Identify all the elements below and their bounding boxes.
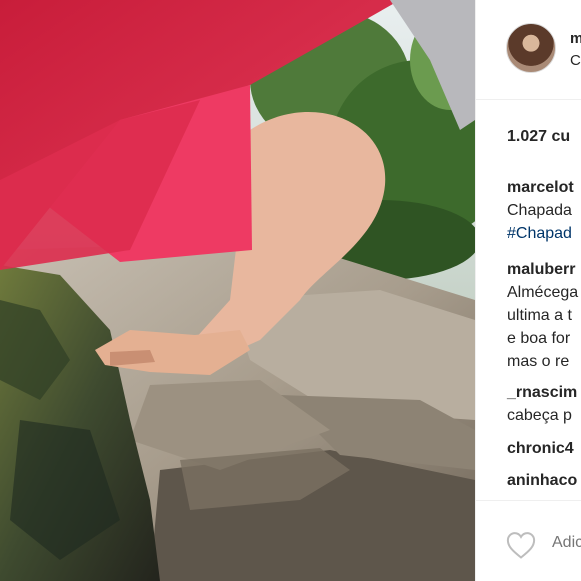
add-comment-input[interactable] (552, 534, 581, 552)
comment-text: ultima a t (507, 307, 572, 324)
post-actions (476, 500, 581, 581)
photo-scene (0, 0, 475, 581)
author-username[interactable]: m (570, 30, 581, 47)
comment-username[interactable]: aninhaco (507, 469, 577, 492)
comment-text: mas o re (507, 353, 570, 370)
comment-item: chronic4 (507, 437, 574, 460)
comment-item: marcelot Chapada #Chapad (507, 176, 574, 245)
comment-text: e boa for (507, 330, 571, 347)
comment-item: aninhaco (507, 469, 577, 492)
post-header: m C (476, 0, 581, 100)
comment-username[interactable]: marcelot (507, 176, 574, 199)
comment-item: maluberr Almécega ultima a t e boa for m… (507, 258, 578, 373)
post-location[interactable]: C (570, 52, 581, 69)
heart-outline-icon[interactable] (506, 531, 536, 559)
comment-text: Almécega (507, 284, 579, 301)
post-sidebar: m C 1.027 cu marcelot Chapada #Chapad ma… (475, 0, 581, 581)
comment-username[interactable]: _rnascim (507, 381, 577, 404)
comment-hashtag[interactable]: #Chapad (507, 222, 574, 245)
comment-username[interactable]: maluberr (507, 258, 578, 281)
likes-count[interactable]: 1.027 cu (507, 128, 570, 146)
comment-item: _rnascim cabeça p (507, 381, 577, 427)
comment-text: Chapada (507, 202, 572, 219)
comment-username[interactable]: chronic4 (507, 437, 574, 460)
comment-text: cabeça p (507, 407, 572, 424)
post-photo (0, 0, 475, 581)
author-avatar[interactable] (506, 23, 556, 73)
